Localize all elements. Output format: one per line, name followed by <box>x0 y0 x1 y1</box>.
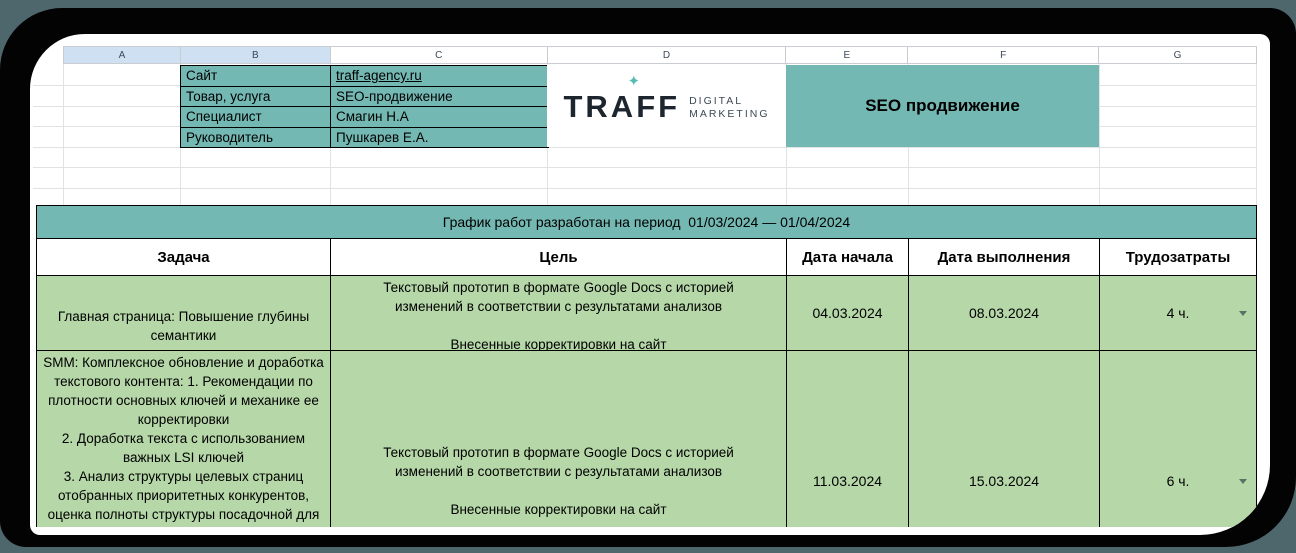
effort-value: 6 ч. <box>1166 472 1190 489</box>
gridline <box>1099 64 1100 205</box>
due-date-cell[interactable]: 08.03.2024 <box>909 276 1100 351</box>
column-task[interactable]: Задача <box>37 239 331 276</box>
goal-cell[interactable]: Текстовый прототип в формате Google Docs… <box>331 351 787 527</box>
column-header-c[interactable]: C <box>331 47 548 63</box>
info-value-manager[interactable]: Пушкарев Е.А. <box>331 127 549 148</box>
task-text: Главная страница: Повышение глубины сема… <box>57 309 310 343</box>
column-start[interactable]: Дата начала <box>787 239 909 276</box>
backdrop: A B C D E F G Сайт traff-agency.ru Товар… <box>0 0 1296 553</box>
gridline <box>33 167 1257 168</box>
traff-logo: ✦ TRAFF DIGITAL MARKETING <box>547 65 786 147</box>
sheet-area: A B C D E F G Сайт traff-agency.ru Товар… <box>30 34 1270 527</box>
work-schedule-table: График работ разработан на период 01/03/… <box>36 205 1257 527</box>
tagline-line1: DIGITAL <box>689 95 744 107</box>
goal-text: Текстовый прототип в формате Google Docs… <box>383 444 734 517</box>
window-shadow-frame: A B C D E F G Сайт traff-agency.ru Товар… <box>0 8 1296 547</box>
start-date-cell[interactable]: 11.03.2024 <box>787 351 909 527</box>
goal-cell[interactable]: Текстовый прототип в формате Google Docs… <box>331 276 787 352</box>
column-header-e[interactable]: E <box>786 47 909 63</box>
info-label-service[interactable]: Товар, услуга <box>181 86 331 107</box>
gridline <box>63 64 64 205</box>
column-effort[interactable]: Трудозатраты <box>1100 239 1257 276</box>
info-label-site[interactable]: Сайт <box>181 66 331 87</box>
effort-value: 4 ч. <box>1166 305 1190 321</box>
brand-wordmark: ✦ TRAFF <box>563 74 681 124</box>
task-cell[interactable]: SMM: Комплексное обновление и доработка … <box>37 351 331 527</box>
spreadsheet-card: A B C D E F G Сайт traff-agency.ru Товар… <box>30 34 1270 535</box>
column-header-b[interactable]: B <box>180 47 331 63</box>
task-text: SMM: Комплексное обновление и доработка … <box>43 355 324 527</box>
gridline <box>33 188 1257 189</box>
column-header-g[interactable]: G <box>1099 47 1256 63</box>
info-label-specialist[interactable]: Специалист <box>181 107 331 128</box>
effort-cell[interactable]: 4 ч. <box>1100 276 1257 351</box>
column-header-d[interactable]: D <box>548 47 787 63</box>
info-value-specialist[interactable]: Смагин Н.А <box>331 107 549 128</box>
info-value-site[interactable]: traff-agency.ru <box>331 66 549 87</box>
site-link[interactable]: traff-agency.ru <box>336 66 422 85</box>
column-goal[interactable]: Цель <box>331 239 787 276</box>
seo-banner[interactable]: SEO продвижение <box>786 65 1099 147</box>
project-info-block: Сайт traff-agency.ru Товар, услуга SEO-п… <box>180 65 549 148</box>
goal-text: Текстовый прототип в формате Google Docs… <box>383 280 734 352</box>
schedule-period-title[interactable]: График работ разработан на период 01/03/… <box>37 206 1257 239</box>
gridline <box>1256 64 1257 205</box>
sparkle-icon: ✦ <box>627 72 641 90</box>
task-cell[interactable]: Главная страница: Повышение глубины сема… <box>37 276 331 351</box>
brand-text: TRAFF <box>563 88 681 124</box>
effort-cell[interactable]: 6 ч. <box>1100 351 1257 527</box>
column-header-f[interactable]: F <box>908 47 1100 63</box>
dropdown-arrow-icon[interactable] <box>1239 478 1247 484</box>
tagline-line2: MARKETING <box>689 108 770 120</box>
column-due[interactable]: Дата выполнения <box>909 239 1100 276</box>
column-header-strip: A B C D E F G <box>63 46 1257 64</box>
start-date-cell[interactable]: 04.03.2024 <box>787 276 909 351</box>
info-label-manager[interactable]: Руководитель <box>181 127 331 148</box>
dropdown-arrow-icon[interactable] <box>1239 311 1247 316</box>
brand-tagline: DIGITAL MARKETING <box>689 95 769 121</box>
due-date-cell[interactable]: 15.03.2024 <box>909 351 1100 527</box>
info-value-service[interactable]: SEO-продвижение <box>331 86 549 107</box>
column-header-a[interactable]: A <box>64 47 181 63</box>
